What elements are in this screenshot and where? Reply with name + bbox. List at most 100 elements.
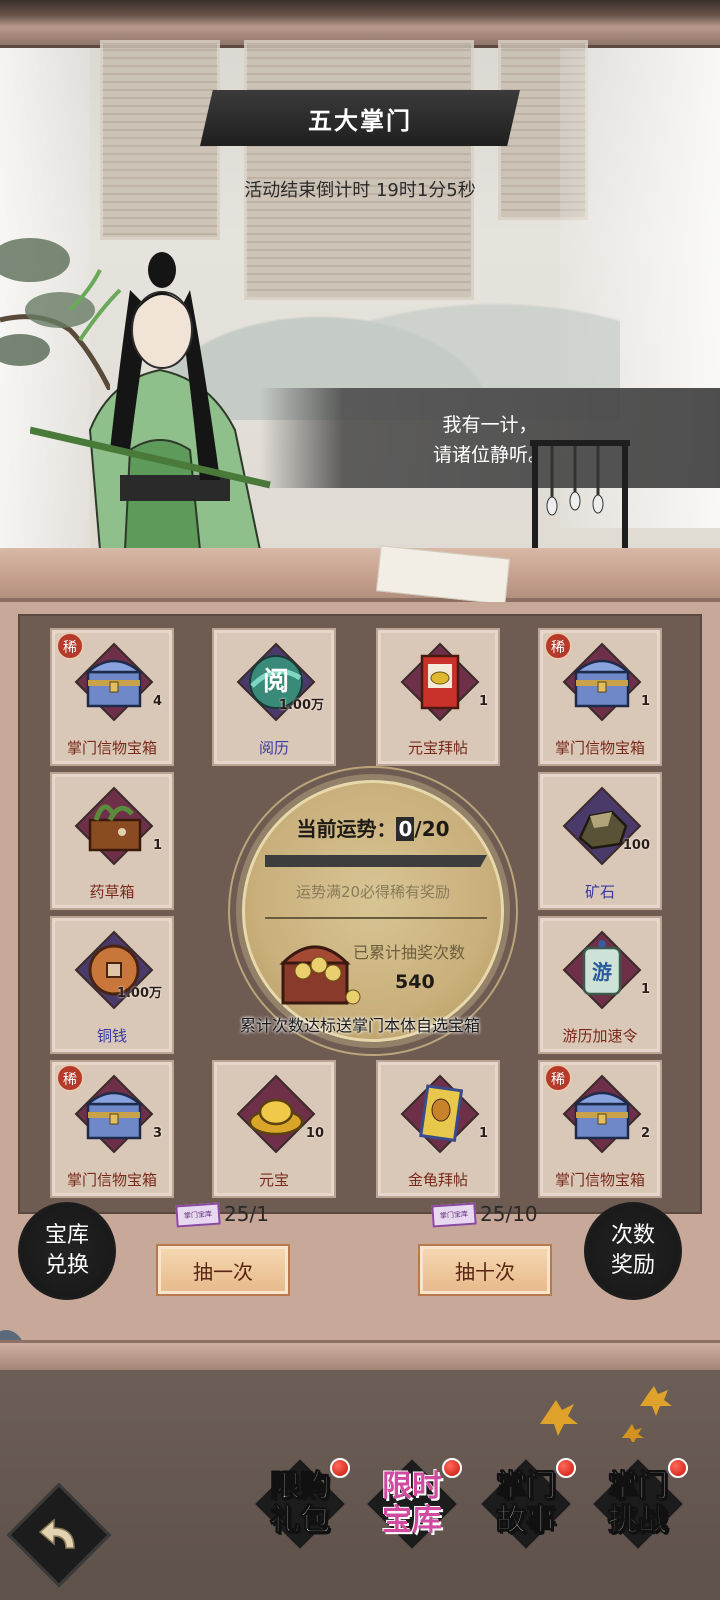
blue-chest-icon [572,659,632,708]
item-quantity: 2 [640,1126,650,1141]
vault-exchange-button[interactable]: 宝库 兑换 [18,1202,116,1300]
dialog-bubble: 我有一计， 请诸位静听。 [260,388,720,488]
prize-cell[interactable]: 100 矿石 [538,772,662,910]
item-quantity: 1 [478,1126,488,1141]
notification-dot-icon [330,1458,350,1478]
vault-exchange-line-1: 宝库 [44,1223,89,1248]
item-name: 元宝拜帖 [407,739,468,757]
item-quantity: 1 [478,694,488,709]
prize-cell[interactable]: 10 元宝 [212,1060,336,1198]
event-title: 五大掌门 [200,90,520,146]
bottom-tab[interactable]: 掌门 故事 [474,1456,578,1552]
vault-ticket-icon: 掌门宝库 [431,1202,477,1228]
rare-badge: 稀 [56,1064,84,1092]
rare-badge: 稀 [544,1064,572,1092]
bottom-tab[interactable]: 掌门 挑战 [586,1456,690,1552]
item-name: 掌门信物宝箱 [554,1171,645,1189]
item-quantity: 1 [640,982,650,997]
tab-label-line-2: 故事 [496,1503,557,1538]
prize-cell[interactable]: 稀 4 掌门信物宝箱 [50,628,174,766]
herb-box-icon [88,804,142,852]
item-name: 阅历 [258,739,289,757]
draw-ten-button[interactable]: 抽十次 [418,1244,552,1296]
prize-cell[interactable]: 1 药草箱 [50,772,174,910]
item-name: 矿石 [584,883,615,901]
draw-ten-cost: 25/10 [480,1202,538,1226]
luck-divider [265,917,487,919]
tab-label-line-1: 掌门 [608,1469,669,1504]
item-name: 掌门信物宝箱 [66,1171,157,1189]
item-quantity: 3 [152,1126,162,1141]
bottom-tab[interactable]: 限时 宝库 [360,1456,464,1552]
item-name: 掌门信物宝箱 [66,739,157,757]
total-draws-value: 540 [395,971,435,993]
item-quantity: 1 [640,694,650,709]
item-quantity: 4 [152,694,162,709]
tab-label-line-2: 挑战 [608,1503,669,1538]
prize-grid: 稀 4 掌门信物宝箱阅 1.00万 阅历 1 元宝拜帖稀 1 掌门信物宝箱 1 药草箱 100 矿石 1.… [18,614,702,1214]
count-reward-button[interactable]: 次数 奖励 [584,1202,682,1300]
item-quantity: 100 [622,838,650,853]
blue-chest-icon [84,659,144,708]
prize-cell[interactable]: 稀 2 掌门信物宝箱 [538,1060,662,1198]
item-quantity: 10 [305,1126,324,1141]
item-name: 元宝 [258,1171,289,1189]
notification-dot-icon [556,1458,576,1478]
notification-dot-icon [668,1458,688,1478]
rare-badge: 稀 [56,632,84,660]
luck-max: /20 [414,817,450,841]
prize-cell[interactable]: 1 元宝拜帖 [376,628,500,766]
count-reward-line-1: 次数 [610,1223,655,1248]
back-arrow-icon [38,1518,75,1549]
maple-leaves-icon [540,1386,672,1442]
item-name: 掌门信物宝箱 [554,739,645,757]
item-quantity: 1.00万 [278,698,324,713]
rare-badge: 稀 [544,632,572,660]
notification-dot-icon [442,1458,462,1478]
prize-cell[interactable]: 1 金龟拜帖 [376,1060,500,1198]
vault-ticket-icon: 掌门宝库 [175,1202,221,1228]
luck-label: 当前运势： [296,817,397,841]
item-quantity: 1 [152,838,162,853]
brush-stand-icon [520,440,640,554]
tab-label-line-2: 礼包 [270,1503,331,1538]
luck-hint: 运势满20必得稀有奖励 [295,883,451,901]
tab-label-line-2: 宝库 [382,1503,442,1538]
treasure-chest-icon [279,945,361,1005]
luck-meter: 当前运势： 0/20 运势满20必得稀有奖励 已累计抽奖次数 540 [242,780,504,1042]
blue-chest-icon [84,1091,144,1140]
draw-one-cost: 25/1 [224,1202,269,1226]
dialog-line-1: 我有一计， [442,414,538,436]
item-name: 金龟拜帖 [407,1171,468,1189]
total-draws-label: 已累计抽奖次数 [353,943,466,962]
golden-turtle-invitation-icon [419,1084,464,1142]
blue-chest-icon [572,1091,632,1140]
tab-label-line-1: 限时 [382,1469,442,1504]
item-quantity: 1.00万 [116,986,162,1001]
scene-backdrop: 五大掌门 活动结束倒计时 19时1分5秒 我有一计， 请诸位静听。 [0,0,720,600]
travel-token-icon: 游 [582,940,622,996]
prize-cell[interactable]: 阅 1.00万阅历 [212,628,336,766]
bottom-tab[interactable]: 限购 礼包 [248,1456,352,1552]
item-name: 药草箱 [89,883,135,901]
ingot-invitation-icon [420,654,460,710]
table-base [0,1340,720,1370]
gold-ingot-icon [248,1098,304,1136]
prize-cell[interactable]: 稀 3 掌门信物宝箱 [50,1060,174,1198]
tab-label-line-1: 掌门 [496,1469,557,1504]
table-top [0,548,720,602]
svg-text:游: 游 [592,960,612,984]
draw-one-button[interactable]: 抽一次 [156,1244,290,1296]
tab-label-line-1: 限购 [270,1469,331,1504]
prize-panel: 稀 4 掌门信物宝箱阅 1.00万 阅历 1 元宝拜帖稀 1 掌门信物宝箱 1 药草箱 100 矿石 1.… [0,602,720,1342]
event-countdown: 活动结束倒计时 19时1分5秒 [244,180,476,201]
luck-current: 0 [396,817,415,841]
bonus-note: 累计次数达标送掌门本体自选宝箱 [239,1016,480,1035]
prize-cell[interactable]: 稀 1 掌门信物宝箱 [538,628,662,766]
luck-progress-bar [265,855,487,867]
svg-text:阅: 阅 [263,667,289,697]
luck-title: 当前运势： 0/20 [245,813,501,842]
count-reward-line-2: 奖励 [610,1253,655,1278]
ore-icon [578,810,628,850]
vault-exchange-line-2: 兑换 [44,1253,89,1278]
